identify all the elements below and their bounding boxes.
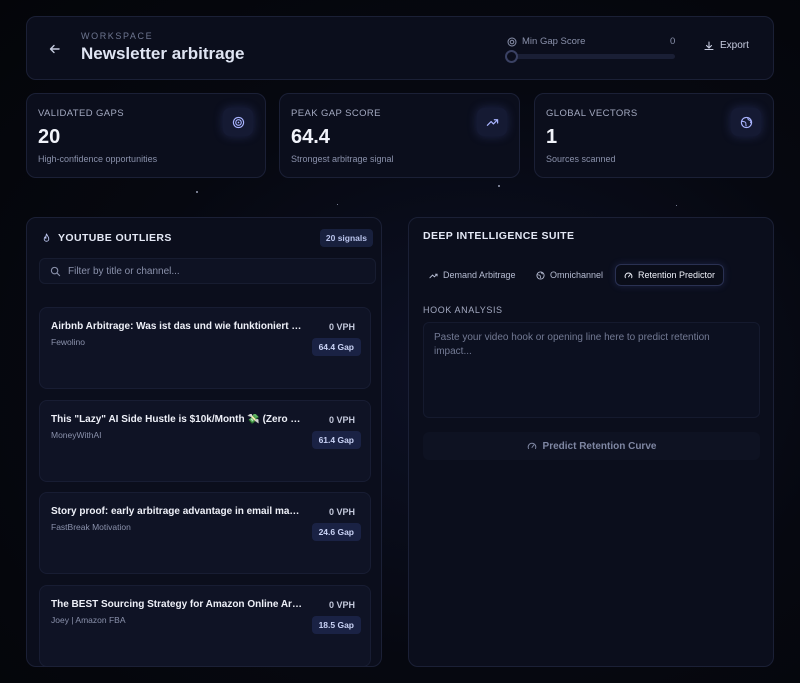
stat-label: GLOBAL VECTORS: [546, 108, 638, 119]
deep-intelligence-title: DEEP INTELLIGENCE SUITE: [423, 230, 575, 242]
hook-placeholder: Paste your video hook or opening line he…: [434, 332, 710, 357]
workspace-eyebrow: WORKSPACE: [81, 31, 154, 41]
tab-label: Omnichannel: [550, 270, 604, 280]
outlier-card[interactable]: The BEST Sourcing Strategy for Amazon On…: [39, 585, 371, 666]
min-gap-value: 0: [670, 36, 676, 47]
gauge-icon: [624, 272, 633, 278]
hook-input[interactable]: Paste your video hook or opening line he…: [423, 322, 760, 418]
tab-label: Demand Arbitrage: [443, 270, 516, 280]
stat-card-global-vectors: GLOBAL VECTORS 1 Sources scanned: [534, 93, 774, 178]
export-label: Export: [720, 40, 749, 51]
trending-up-icon: [477, 108, 507, 136]
stat-value: 64.4: [291, 126, 330, 148]
stat-value: 1: [546, 126, 558, 148]
predict-retention-button[interactable]: Predict Retention Curve: [423, 432, 760, 460]
outlier-channel: Joey | Amazon FBA: [51, 615, 126, 625]
outlier-title: Airbnb Arbitrage: Was ist das und wie fu…: [51, 321, 303, 332]
outlier-card[interactable]: Airbnb Arbitrage: Was ist das und wie fu…: [39, 307, 371, 389]
stat-label: VALIDATED GAPS: [38, 108, 125, 119]
background-star: [337, 204, 338, 205]
globe-icon: [536, 270, 545, 280]
page-title: Newsletter arbitrage: [81, 44, 245, 63]
youtube-outliers-header: YOUTUBE OUTLIERS: [41, 232, 172, 244]
outlier-title: Story proof: early arbitrage advantage i…: [51, 506, 303, 517]
outlier-title: This "Lazy" AI Side Hustle is $10k/Month…: [51, 414, 303, 425]
outlier-vph: 0 VPH: [328, 507, 355, 517]
globe-icon: [731, 108, 761, 136]
outlier-vph: 0 VPH: [328, 415, 355, 425]
stat-card-peak-gap-score: PEAK GAP SCORE 64.4 Strongest arbitrage …: [279, 93, 520, 178]
hook-analysis-label: HOOK ANALYSIS: [423, 305, 503, 315]
outlier-channel: Fewolino: [51, 337, 86, 347]
background-star: [676, 205, 677, 206]
stat-label: PEAK GAP SCORE: [291, 108, 381, 119]
youtube-outliers-panel: YOUTUBE OUTLIERS 20 signals Filter by ti…: [26, 217, 382, 667]
signals-count-badge: 20 signals: [319, 229, 373, 247]
stat-subtitle: Sources scanned: [546, 154, 616, 164]
filter-placeholder: Filter by title or channel...: [68, 265, 180, 277]
outlier-channel: MoneyWithAI: [51, 430, 102, 440]
predict-retention-label: Predict Retention Curve: [542, 440, 657, 452]
back-button[interactable]: [40, 34, 70, 64]
download-icon: [704, 40, 714, 50]
flame-icon: [43, 232, 50, 242]
tab-label: Retention Predictor: [638, 270, 716, 280]
stat-value: 20: [38, 126, 61, 148]
background-star: [196, 191, 198, 193]
outlier-vph: 0 VPH: [328, 600, 355, 610]
tab-omnichannel[interactable]: Omnichannel: [528, 264, 611, 286]
outlier-gap-badge: 61.4 Gap: [311, 431, 361, 449]
stat-card-validated-gaps: VALIDATED GAPS 20 High-confidence opport…: [26, 93, 266, 178]
outlier-channel: FastBreak Motivation: [51, 522, 131, 532]
gauge-icon: [527, 442, 536, 449]
stat-subtitle: High-confidence opportunities: [38, 154, 158, 164]
stat-subtitle: Strongest arbitrage signal: [291, 154, 394, 164]
min-gap-text: Min Gap Score: [522, 36, 586, 47]
min-gap-slider-track[interactable]: [508, 54, 675, 59]
outlier-gap-badge: 64.4 Gap: [311, 338, 361, 356]
outlier-card[interactable]: Story proof: early arbitrage advantage i…: [39, 492, 371, 574]
arrow-left-icon: [49, 44, 60, 54]
min-gap-slider-handle[interactable]: [505, 50, 518, 63]
min-gap-label: Min Gap Score: [507, 36, 585, 47]
deep-intelligence-panel: DEEP INTELLIGENCE SUITE Demand Arbitrage…: [408, 217, 774, 667]
outlier-gap-badge: 18.5 Gap: [311, 616, 361, 634]
filter-input[interactable]: Filter by title or channel...: [39, 258, 376, 284]
target-icon: [223, 108, 253, 136]
outlier-vph: 0 VPH: [328, 322, 355, 332]
tab-retention-predictor[interactable]: Retention Predictor: [615, 264, 725, 286]
export-button[interactable]: Export: [704, 40, 749, 51]
outlier-card[interactable]: This "Lazy" AI Side Hustle is $10k/Month…: [39, 400, 371, 482]
outlier-title: The BEST Sourcing Strategy for Amazon On…: [51, 599, 303, 610]
tab-demand-arbitrage[interactable]: Demand Arbitrage: [421, 264, 524, 286]
background-star: [498, 185, 500, 187]
trend-icon: [429, 273, 438, 278]
search-icon: [50, 266, 61, 277]
target-icon: [507, 37, 517, 46]
outlier-gap-badge: 24.6 Gap: [311, 523, 361, 541]
youtube-outliers-title: YOUTUBE OUTLIERS: [58, 232, 172, 244]
